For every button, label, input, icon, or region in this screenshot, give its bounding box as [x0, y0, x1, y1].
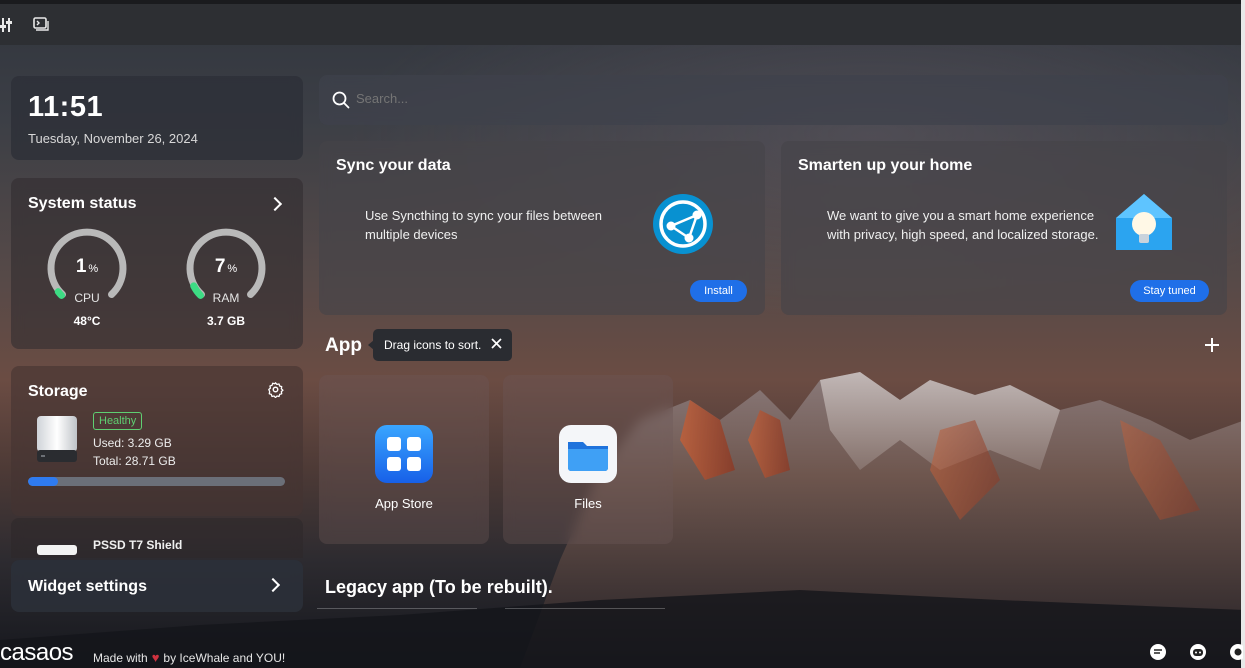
syncthing-icon: [652, 193, 714, 260]
promo-title: Sync your data: [336, 157, 451, 174]
heart-icon: ♥: [151, 650, 160, 665]
health-badge: Healthy: [93, 412, 143, 430]
external-drive-icon: [37, 542, 77, 558]
search-icon: [332, 91, 350, 114]
storage-usage-bar: [28, 477, 285, 486]
second-disk-name: PSSD T7 Shield: [93, 538, 183, 552]
ram-amount: 3.7 GB: [206, 314, 245, 328]
storage-widget: Storage Healthy Used: 3.29 GB Total: 28.…: [11, 366, 303, 516]
footer-by: by IceWhale and YOU!: [163, 651, 286, 665]
storage-usage-fill: [28, 477, 58, 486]
window-edge: [1241, 0, 1245, 668]
chevron-right-icon: [265, 577, 281, 593]
second-disk-item: PSSD T7 Shield: [11, 518, 303, 558]
promo-title: Smarten up your home: [798, 157, 973, 174]
ram-gauge: 7% RAM 3.7 GB: [182, 226, 274, 336]
chat-icon[interactable]: [1149, 643, 1167, 661]
sync-promo-card: Sync your data Use Syncthing to sync you…: [319, 141, 765, 315]
smart-home-icon: [1112, 191, 1176, 260]
storage-title: Storage: [28, 383, 88, 400]
terminal-icon[interactable]: [33, 16, 51, 34]
chevron-right-icon[interactable]: [267, 196, 283, 212]
search-bar: [319, 75, 1228, 125]
install-button[interactable]: Install: [690, 280, 747, 302]
app-store-icon: [375, 425, 433, 483]
promo-description: Use Syncthing to sync your files between…: [365, 208, 603, 242]
clock-date: Tuesday, November 26, 2024: [28, 131, 198, 146]
widget-settings-label: Widget settings: [28, 578, 147, 595]
add-app-button[interactable]: [1203, 336, 1221, 359]
stay-tuned-button[interactable]: Stay tuned: [1130, 280, 1209, 302]
app-label: Files: [574, 496, 602, 511]
cpu-temperature: 48°C: [73, 314, 101, 328]
app-label: App Store: [375, 496, 433, 511]
top-bar: [0, 0, 1245, 45]
system-status-widget: System status 1% CPU 48°C 7% RAM 3.7 GB: [11, 178, 303, 349]
divider: [505, 608, 665, 609]
gear-icon[interactable]: [267, 381, 284, 403]
tooltip-text: Drag icons to sort.: [384, 338, 482, 352]
discord-icon[interactable]: [1189, 643, 1207, 661]
app-tile-files[interactable]: Files: [503, 375, 673, 544]
ram-value: 7%: [214, 256, 238, 277]
github-icon[interactable]: [1229, 643, 1245, 661]
system-status-title: System status: [28, 195, 137, 212]
divider: [317, 608, 477, 609]
close-icon[interactable]: [490, 337, 503, 350]
clock-widget: 11:51 Tuesday, November 26, 2024: [11, 76, 303, 160]
casaos-logo: casaos: [0, 639, 74, 666]
cpu-value: 1%: [75, 256, 99, 277]
storage-total: Total: 28.71 GB: [93, 454, 176, 468]
widget-settings-button[interactable]: Widget settings: [11, 560, 303, 612]
drag-sort-tooltip: Drag icons to sort.: [368, 329, 512, 361]
cpu-label: CPU: [74, 291, 100, 305]
plus-icon: [1205, 338, 1219, 352]
sliders-icon[interactable]: [0, 16, 18, 34]
apps-section-title: App: [325, 335, 362, 356]
footer-credit: Made with ♥ by IceWhale and YOU!: [93, 650, 285, 665]
search-input[interactable]: [356, 91, 856, 106]
ram-label: RAM: [212, 291, 240, 305]
storage-used: Used: 3.29 GB: [93, 436, 172, 450]
legacy-section-title: Legacy app (To be rebuilt).: [325, 577, 553, 597]
app-tile-app-store[interactable]: App Store: [319, 375, 489, 544]
footer-made-with: Made with: [93, 651, 148, 665]
clock-time: 11:51: [28, 91, 104, 123]
promo-description: We want to give you a smart home experie…: [827, 208, 1099, 242]
smart-home-promo-card: Smarten up your home We want to give you…: [781, 141, 1227, 315]
cpu-gauge: 1% CPU 48°C: [43, 226, 135, 336]
hard-drive-icon: [35, 414, 79, 469]
files-icon: [559, 425, 617, 483]
